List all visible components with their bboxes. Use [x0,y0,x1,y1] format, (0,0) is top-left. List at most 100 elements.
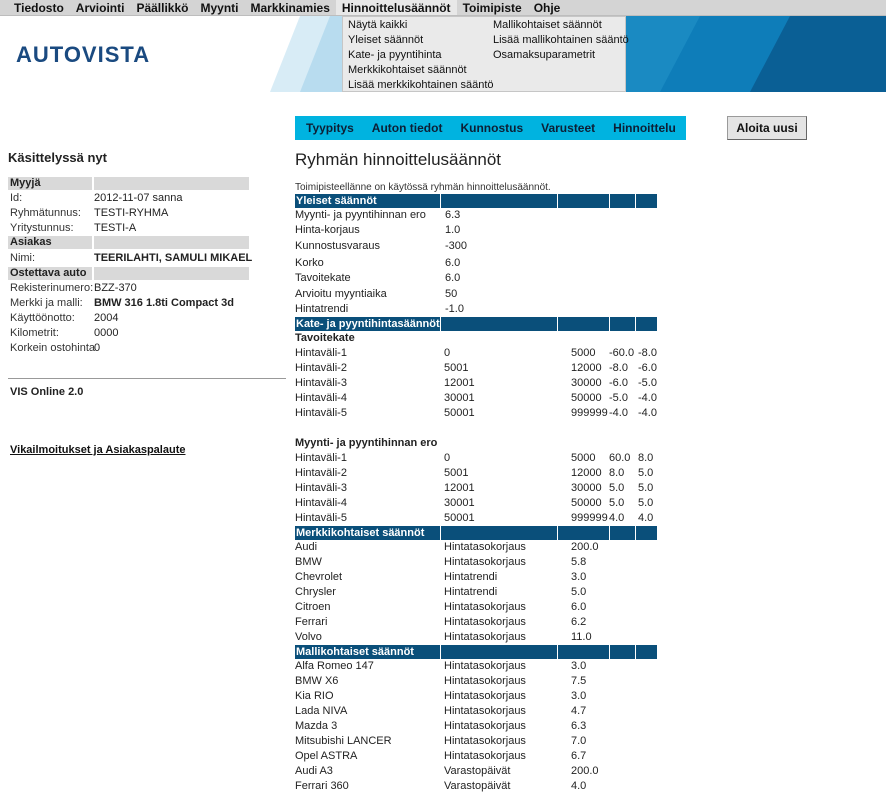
bar-separator [609,317,610,331]
menu-ohje[interactable]: Ohje [528,0,567,15]
price-range-value-1: 5.0 [609,497,625,509]
rule-type: Hintatasokorjaus [444,750,526,762]
rule-value: -1.0 [445,303,464,315]
rule-type: Hintatrendi [444,571,498,583]
price-range-min: 30001 [444,392,475,404]
restart-button[interactable]: Aloita uusi [727,116,807,140]
menu-hinnoittelusaannot[interactable]: Hinnoittelusäännöt [335,0,457,15]
price-range-value-2: 5.0 [638,467,654,479]
brand-name: BMW [295,556,322,568]
tab-auton-tiedot[interactable]: Auton tiedot [363,116,452,140]
bar-separator [440,317,441,331]
info-value: 0 [94,342,101,354]
divider [8,378,286,379]
price-range-min: 50001 [444,512,475,524]
rule-row: Hinta-korjaus 1.0 [295,223,660,238]
price-range-max: 12000 [571,467,602,479]
menu-myynti[interactable]: Myynti [194,0,244,15]
rule-row: Hintaväli-1 0 5000 60.0 8.0 [295,451,660,466]
brand-rules-bar-label: Merkkikohtaiset säännöt [296,527,425,539]
model-name: Opel ASTRA [295,750,358,762]
dd-mallikohtaiset[interactable]: Mallikohtaiset säännöt [493,18,629,33]
bar-separator [440,645,441,659]
rule-label: Hintatrendi [295,303,349,315]
menu-paallikko[interactable]: Päällikkö [130,0,194,15]
rule-label: Hinta-korjaus [295,224,360,236]
rule-row: Hintaväli-4 30001 50000 5.0 5.0 [295,496,660,511]
rule-value: 3.0 [571,571,587,583]
rule-value: 50 [445,288,458,300]
tab-bar: Tyypitys Auton tiedot Kunnostus Varustee… [295,116,686,140]
price-range-value-2: 5.0 [638,482,654,494]
rule-row: Chevrolet Hintatrendi 3.0 [295,570,660,585]
price-range-label: Hintaväli-5 [295,407,347,419]
rule-type: Varastopäivät [444,765,511,777]
menu-markkinamies[interactable]: Markkinamies [245,0,336,15]
info-value: TESTI-RYHMA [94,207,169,219]
model-name: Audi A3 [295,765,333,777]
info-row: Kilometrit: 0000 [8,326,286,341]
dd-yleiset-saannot[interactable]: Yleiset säännöt [348,33,491,48]
rule-row: Citroen Hintatasokorjaus 6.0 [295,600,660,615]
dd-kate-pyyntihinta[interactable]: Kate- ja pyyntihinta [348,48,491,63]
left-section-heading: Ostettava auto [8,267,249,280]
rule-value: -300 [445,240,468,252]
price-range-value-1: -8.0 [609,362,628,374]
menu-bar: Tiedosto Arviointi Päällikkö Myynti Mark… [0,0,886,16]
feedback-link[interactable]: Vikailmoitukset ja Asiakaspalaute [10,444,185,456]
rule-row: Mitsubishi LANCER Hintatasokorjaus 7.0 [295,734,660,749]
price-range-label: Hintaväli-2 [295,362,347,374]
dd-osamaksuparametrit[interactable]: Osamaksuparametrit [493,48,629,63]
tab-hinnoittelu[interactable]: Hinnoittelu [604,116,685,140]
brand-name: Chrysler [295,586,336,598]
dd-lisaa-mallikohtainen[interactable]: Lisää mallikohtainen sääntö [493,33,629,48]
info-key: Ryhmätunnus: [10,207,81,219]
rule-group-title: Tavoitekate [295,332,355,344]
price-range-min: 12001 [444,482,475,494]
left-section-heading: Asiakas [8,236,249,249]
rule-value: 7.5 [571,675,587,687]
tab-tyypitys[interactable]: Tyypitys [295,116,363,140]
model-name: BMW X6 [295,675,339,687]
bar-separator [440,526,441,540]
price-range-max: 30000 [571,482,602,494]
price-range-value-1: 60.0 [609,452,631,464]
rule-row: Opel ASTRA Hintatasokorjaus 6.7 [295,749,660,764]
info-key: Rekisterinumero: [10,282,94,294]
menu-toimipiste[interactable]: Toimipiste [457,0,528,15]
rule-row: Audi Hintatasokorjaus 200.0 [295,540,660,555]
price-range-value-1: -6.0 [609,377,628,389]
price-range-max: 5000 [571,452,596,464]
tab-varusteet[interactable]: Varusteet [532,116,604,140]
bar-separator [635,194,636,208]
rule-row: Kia RIO Hintatasokorjaus 3.0 [295,689,660,704]
rule-row: Hintaväli-2 5001 12000 8.0 5.0 [295,466,660,481]
price-range-max: 5000 [571,347,596,359]
info-row: Rekisterinumero: BZZ-370 [8,281,286,296]
info-value: 0000 [94,327,119,339]
price-range-min: 0 [444,452,451,464]
menu-tiedosto[interactable]: Tiedosto [0,0,70,15]
menu-arviointi[interactable]: Arviointi [70,0,131,15]
dd-merkkikohtaiset[interactable]: Merkkikohtaiset säännöt [348,63,491,78]
brand-rules-bar: Merkkikohtaiset säännöt [295,526,657,540]
rule-row: Kunnostusvaraus -300 [295,238,660,255]
price-range-label: Hintaväli-1 [295,452,347,464]
rule-type: Hintatasokorjaus [444,720,526,732]
price-range-value-2: 8.0 [638,452,654,464]
price-range-label: Hintaväli-5 [295,512,347,524]
dd-lisaa-merkkikohtainen[interactable]: Lisää merkkikohtainen sääntö [348,78,494,93]
tab-kunnostus[interactable]: Kunnostus [451,116,532,140]
price-range-label: Hintaväli-4 [295,392,347,404]
price-range-label: Hintaväli-1 [295,347,347,359]
price-range-value-2: -4.0 [638,392,657,404]
left-section-heading-text: Ostettava auto [10,267,87,279]
rule-label: Korko [295,257,324,269]
price-range-min: 12001 [444,377,475,389]
price-range-value-1: -4.0 [609,407,628,419]
rule-row: Myynti- ja pyyntihinnan ero 6.3 [295,208,660,223]
rule-type: Hintatasokorjaus [444,601,526,613]
rule-row: Alfa Romeo 147 Hintatasokorjaus 3.0 [295,659,660,674]
price-range-max: 30000 [571,377,602,389]
dd-nayta-kaikki[interactable]: Näytä kaikki [348,18,491,33]
